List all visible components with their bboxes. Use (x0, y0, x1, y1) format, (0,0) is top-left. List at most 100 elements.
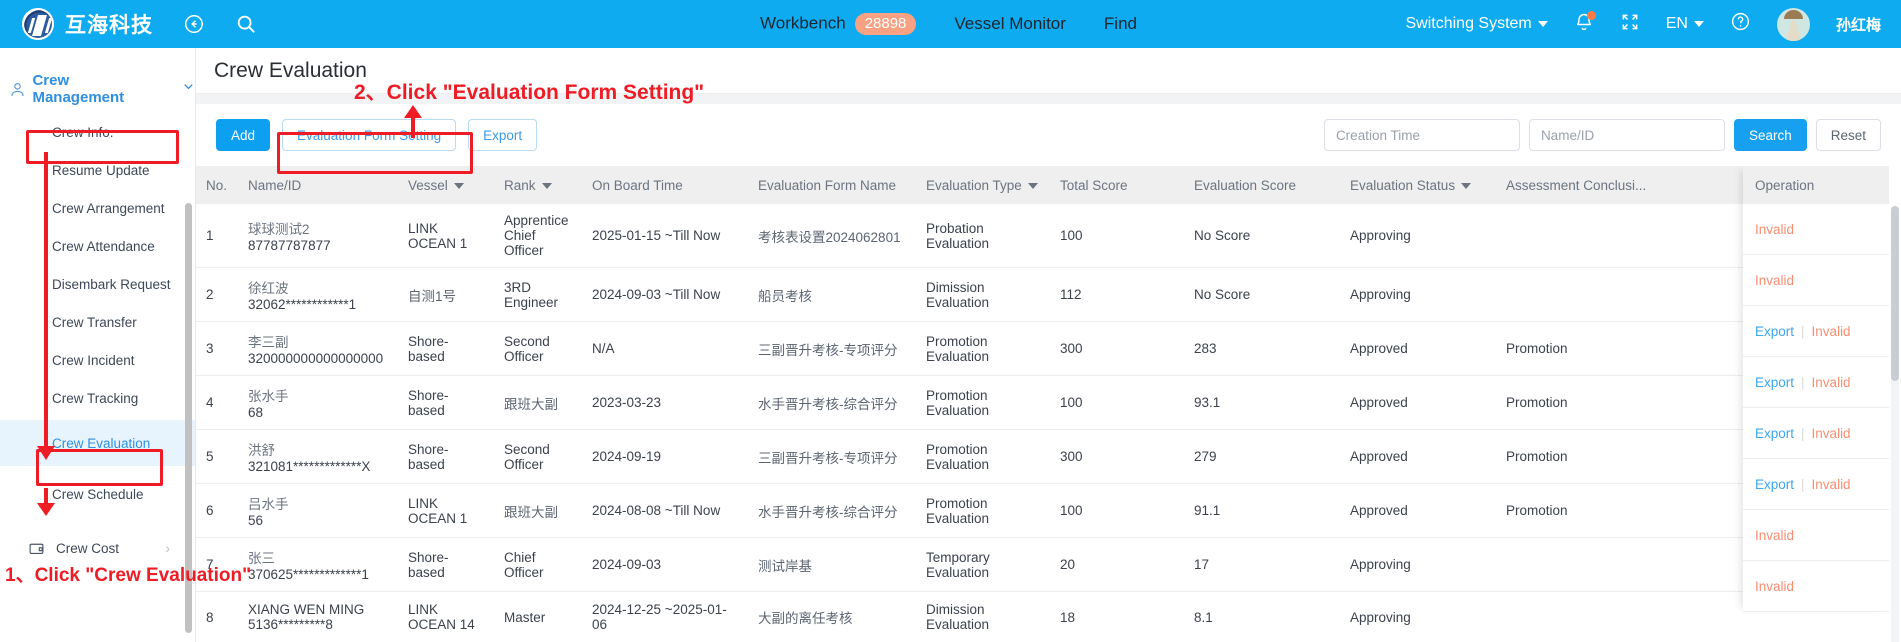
sidebar-item-crew-tracking[interactable]: Crew Tracking (0, 376, 195, 421)
table-row[interactable]: 5 洪舒 321081*************X Shore-based Sec… (196, 429, 1882, 484)
cell-id: 32062************1 (248, 297, 357, 312)
table-scrollbar-thumb[interactable] (1891, 206, 1899, 381)
sidebar-group-crew-management[interactable]: Crew Management (0, 70, 195, 108)
help-icon[interactable] (1730, 11, 1751, 37)
col-rank[interactable]: Rank (494, 166, 582, 204)
cell-no: 3 (196, 321, 238, 376)
cell-on-board-time: 2024-08-08 ~Till Now (582, 483, 748, 538)
invalid-link[interactable]: Invalid (1755, 528, 1794, 543)
col-vessel[interactable]: Vessel (398, 166, 494, 204)
cell-name: 洪舒 (248, 443, 275, 458)
export-link[interactable]: Export (1755, 324, 1794, 339)
cell-rank: Apprentice Chief Officer (494, 204, 582, 268)
sidebar-item-label: Crew Attendance (52, 239, 155, 254)
export-link[interactable]: Export (1755, 375, 1794, 390)
cell-form-name: 测试岸基 (748, 537, 916, 592)
table-row[interactable]: 6 吕水手 56 LINK OCEAN 1 跟班大副 2024-08-08 ~Ti… (196, 483, 1882, 538)
language-label: EN (1665, 15, 1688, 32)
table-row[interactable]: 1 球球测试2 87787787877 LINK OCEAN 1 Apprenti… (196, 204, 1882, 268)
col-evaluation-form-name: Evaluation Form Name (748, 166, 916, 204)
creation-time-input[interactable]: Creation Time (1323, 119, 1520, 151)
avatar[interactable] (1776, 7, 1810, 41)
nav-item-workbench[interactable]: Workbench 28898 (760, 13, 917, 35)
cell-total-score: 112 (1050, 267, 1184, 322)
search-button[interactable]: Search (1733, 119, 1807, 151)
export-button[interactable]: Export (468, 119, 538, 151)
person-icon (6, 80, 28, 99)
invalid-link[interactable]: Invalid (1812, 324, 1851, 339)
sidebar-item-label: Resume Update (52, 163, 150, 178)
sidebar-item-crew-evaluation[interactable]: Crew Evaluation (0, 420, 195, 466)
cell-evaluation-score: 8.1 (1184, 591, 1340, 642)
annotation-arrow-line (44, 152, 48, 452)
col-total-score: Total Score (1050, 166, 1184, 204)
sidebar-item-crew-schedule[interactable]: Crew Schedule (0, 472, 195, 517)
cell-evaluation-status: Approved (1340, 483, 1496, 538)
cell-evaluation-status: Approved (1340, 429, 1496, 484)
cell-evaluation-status: Approved (1340, 321, 1496, 376)
cell-form-name: 水手晋升考核-综合评分 (748, 483, 916, 538)
name-id-input[interactable]: Name/ID (1528, 119, 1725, 151)
table-row[interactable]: 7 张三 370625*************1 Shore-based Chi… (196, 537, 1882, 592)
notification-bell-icon[interactable] (1574, 10, 1596, 37)
table-row[interactable]: 3 李三副 320000000000000000 Shore-based Seco… (196, 321, 1882, 376)
invalid-link[interactable]: Invalid (1755, 273, 1794, 288)
sidebar-group-label: Crew Management (32, 72, 125, 106)
search-icon[interactable] (235, 13, 257, 35)
back-arrow-icon[interactable] (183, 13, 205, 35)
cell-name: 徐红波 (248, 281, 289, 296)
sidebar-item-label: Disembark Request (52, 277, 171, 292)
cell-assessment-conclusion (1496, 267, 1676, 322)
cell-evaluation-type: Probation Evaluation (916, 204, 1050, 268)
cell-name-id: 李三副 320000000000000000 (238, 321, 398, 376)
invalid-link[interactable]: Invalid (1755, 579, 1794, 594)
switching-system-dropdown[interactable]: Switching System (1405, 15, 1548, 33)
invalid-link[interactable]: Invalid (1812, 426, 1851, 441)
invalid-link[interactable]: Invalid (1755, 222, 1794, 237)
table-row[interactable]: 4 张水手 68 Shore-based 跟班大副 2023-03-23 水手晋升… (196, 375, 1882, 430)
cell-no: 5 (196, 429, 238, 484)
cell-no: 6 (196, 483, 238, 538)
invalid-link[interactable]: Invalid (1812, 375, 1851, 390)
operation-cell: Invalid (1743, 510, 1889, 561)
cell-assessment-conclusion (1496, 537, 1676, 592)
annotation-step-1: 1、Click "Crew Evaluation" (5, 565, 252, 586)
col-evaluation-status[interactable]: Evaluation Status (1340, 166, 1496, 204)
col-name-id: Name/ID (238, 166, 398, 204)
export-link[interactable]: Export (1755, 477, 1794, 492)
cell-vessel: Shore-based (398, 429, 494, 484)
cell-assessment-conclusion: Promotion (1496, 321, 1676, 376)
cell-evaluation-status: Approved (1340, 375, 1496, 430)
main-nav: Workbench 28898 Vessel Monitor Find (760, 0, 1137, 48)
cell-name: 李三副 (248, 335, 289, 350)
annotation-arrow-head-3 (404, 105, 422, 118)
language-selector[interactable]: EN (1666, 15, 1704, 33)
cell-on-board-time: N/A (582, 321, 748, 376)
table-row[interactable]: 8 XIANG WEN MING 5136*********8 LINK OCEA… (196, 591, 1882, 642)
chevron-down-icon (1693, 20, 1704, 27)
operation-cell: Export | Invalid (1743, 408, 1889, 459)
col-evaluation-type[interactable]: Evaluation Type (916, 166, 1050, 204)
evaluation-form-setting-button[interactable]: Evaluation Form Setting (282, 119, 457, 151)
cell-total-score: 100 (1050, 204, 1184, 268)
nav-item-vessel-monitor[interactable]: Vessel Monitor (954, 14, 1066, 34)
col-on-board-time: On Board Time (582, 166, 748, 204)
col-vessel-label: Vessel (408, 177, 448, 193)
fullscreen-icon[interactable] (1620, 12, 1640, 37)
sidebar-item-label: Crew Info. (52, 125, 114, 140)
export-link[interactable]: Export (1755, 426, 1794, 441)
add-button[interactable]: Add (216, 119, 271, 151)
cell-evaluation-type: Temporary Evaluation (916, 537, 1050, 592)
cell-evaluation-status: Approving (1340, 267, 1496, 322)
sidebar-item-label: Crew Incident (52, 353, 135, 368)
operation-cell: Invalid (1743, 561, 1889, 612)
operation-cell: Export | Invalid (1743, 306, 1889, 357)
brand-logo[interactable]: 互海科技 (22, 8, 153, 40)
cell-name-id: 洪舒 321081*************X (238, 429, 398, 484)
user-name[interactable]: 孙红梅 (1836, 14, 1881, 35)
invalid-link[interactable]: Invalid (1812, 477, 1851, 492)
table-row[interactable]: 2 徐红波 32062************1 自测1号 3RD Enginee… (196, 267, 1882, 322)
header-right-tools: Switching System EN 孙红梅 (1405, 0, 1881, 48)
nav-item-find[interactable]: Find (1104, 14, 1137, 34)
reset-button[interactable]: Reset (1815, 119, 1881, 151)
